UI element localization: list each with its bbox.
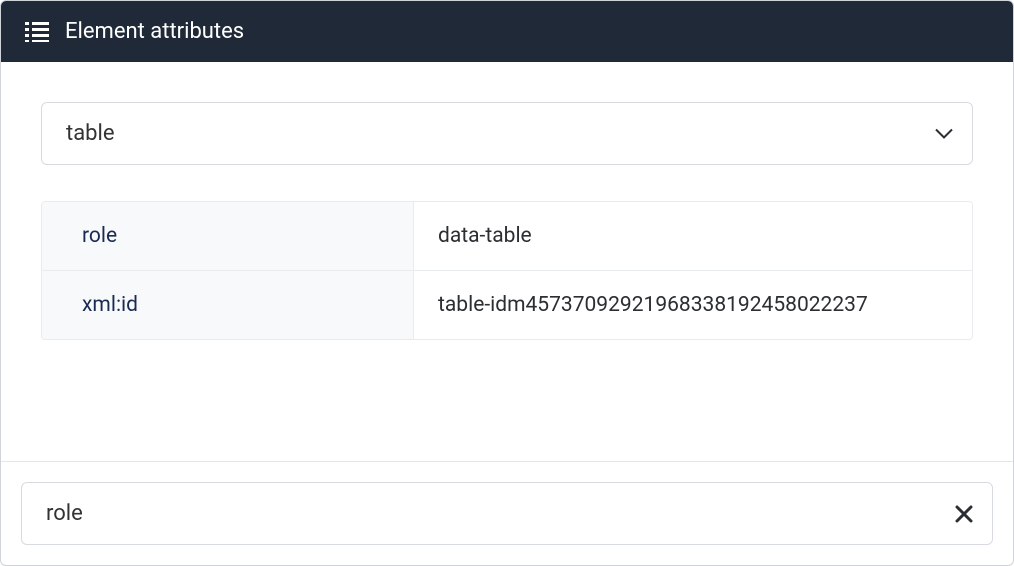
attribute-value[interactable]: data-table [414,202,972,270]
list-icon [25,22,49,42]
attribute-name[interactable]: role [42,202,414,270]
attribute-filter-input[interactable] [21,482,993,545]
attribute-name[interactable]: xml:id [42,270,414,339]
clear-button[interactable] [949,495,979,533]
panel-body: table role data-table xml:id table-idm45… [1,62,1013,461]
panel-header: Element attributes [1,1,1013,62]
element-attributes-panel: Element attributes table role data-table… [0,0,1014,566]
table-row: xml:id table-idm457370929219683381924580… [42,270,972,339]
element-selector-value: table [66,121,115,146]
panel-footer [1,461,1013,565]
table-row: role data-table [42,202,972,270]
attributes-table: role data-table xml:id table-idm45737092… [41,201,973,340]
panel-title: Element attributes [65,19,244,44]
attribute-value[interactable]: table-idm45737092921968338192458022237 [414,270,972,339]
close-icon [955,499,973,529]
element-selector[interactable]: table [41,102,973,165]
